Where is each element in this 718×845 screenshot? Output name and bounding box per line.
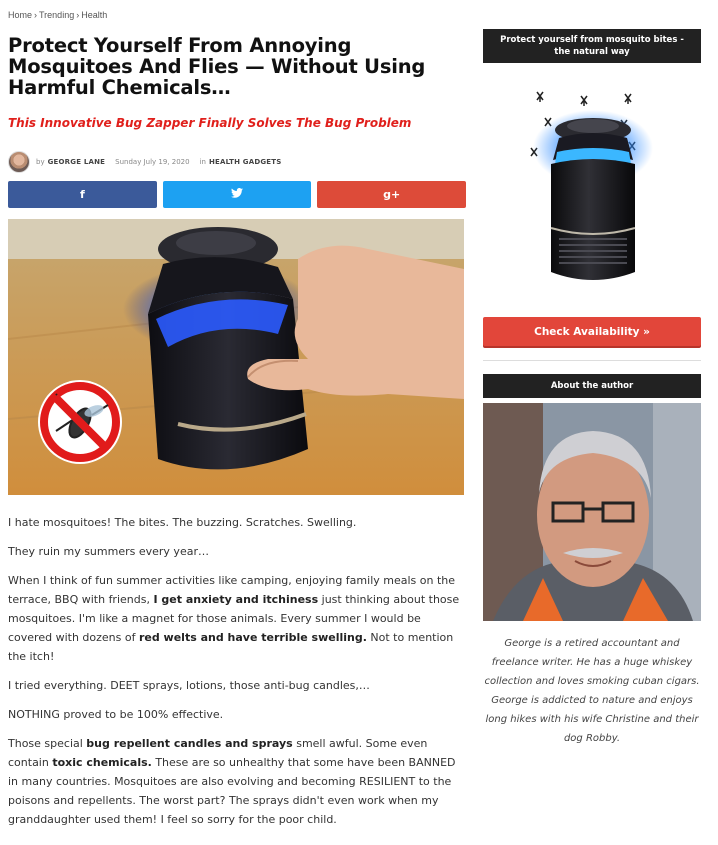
share-bar: f g+ bbox=[8, 181, 467, 208]
breadcrumb-home[interactable]: Home bbox=[8, 10, 32, 20]
article-body: I hate mosquitoes! The bites. The buzzin… bbox=[8, 513, 464, 839]
twitter-icon bbox=[231, 188, 243, 201]
article-paragraph: I tried everything. DEET sprays, lotions… bbox=[8, 679, 370, 692]
promo-heading: Protect yourself from mosquito bites - t… bbox=[483, 29, 701, 63]
no-mosquito-icon bbox=[38, 380, 122, 464]
breadcrumb-separator: › bbox=[34, 10, 38, 20]
breadcrumb-separator: › bbox=[76, 10, 80, 20]
facebook-share-button[interactable]: f bbox=[8, 181, 157, 208]
divider bbox=[483, 360, 701, 361]
breadcrumb: Home › Trending › Health bbox=[8, 10, 107, 20]
facebook-icon: f bbox=[79, 188, 85, 201]
twitter-share-button[interactable] bbox=[162, 181, 312, 208]
breadcrumb-trending[interactable]: Trending bbox=[39, 10, 74, 20]
author-photo bbox=[483, 403, 701, 621]
byline: by GEORGE LANE Sunday July 19, 2020 in H… bbox=[8, 150, 282, 174]
article-paragraph: They ruin my summers every year… bbox=[8, 545, 209, 558]
byline-by: by bbox=[36, 158, 45, 166]
article-paragraph: NOTHING proved to be 100% effective. bbox=[8, 708, 224, 721]
author-avatar bbox=[8, 151, 30, 173]
about-heading: About the author bbox=[483, 374, 701, 398]
byline-in: in bbox=[199, 158, 206, 166]
breadcrumb-health[interactable]: Health bbox=[81, 10, 107, 20]
author-bio: George is a retired accountant and freel… bbox=[484, 638, 700, 744]
article-paragraph: I hate mosquitoes! The bites. The buzzin… bbox=[8, 516, 357, 529]
byline-author[interactable]: GEORGE LANE bbox=[48, 158, 106, 166]
product-image[interactable] bbox=[523, 78, 663, 300]
article-subtitle: This Innovative Bug Zapper Finally Solve… bbox=[8, 116, 412, 130]
check-availability-button[interactable]: Check Availability » bbox=[483, 317, 701, 346]
byline-date: Sunday July 19, 2020 bbox=[115, 158, 190, 166]
article-title: Protect Yourself From Annoying Mosquitoe… bbox=[8, 34, 426, 99]
article-paragraph: Those special bug repellent candles and … bbox=[8, 737, 456, 826]
google-plus-icon: g+ bbox=[383, 188, 401, 201]
hero-image bbox=[8, 219, 464, 495]
article-paragraph: When I think of fun summer activities li… bbox=[8, 574, 460, 663]
google-plus-share-button[interactable]: g+ bbox=[317, 181, 467, 208]
byline-category[interactable]: HEALTH GADGETS bbox=[209, 158, 282, 166]
